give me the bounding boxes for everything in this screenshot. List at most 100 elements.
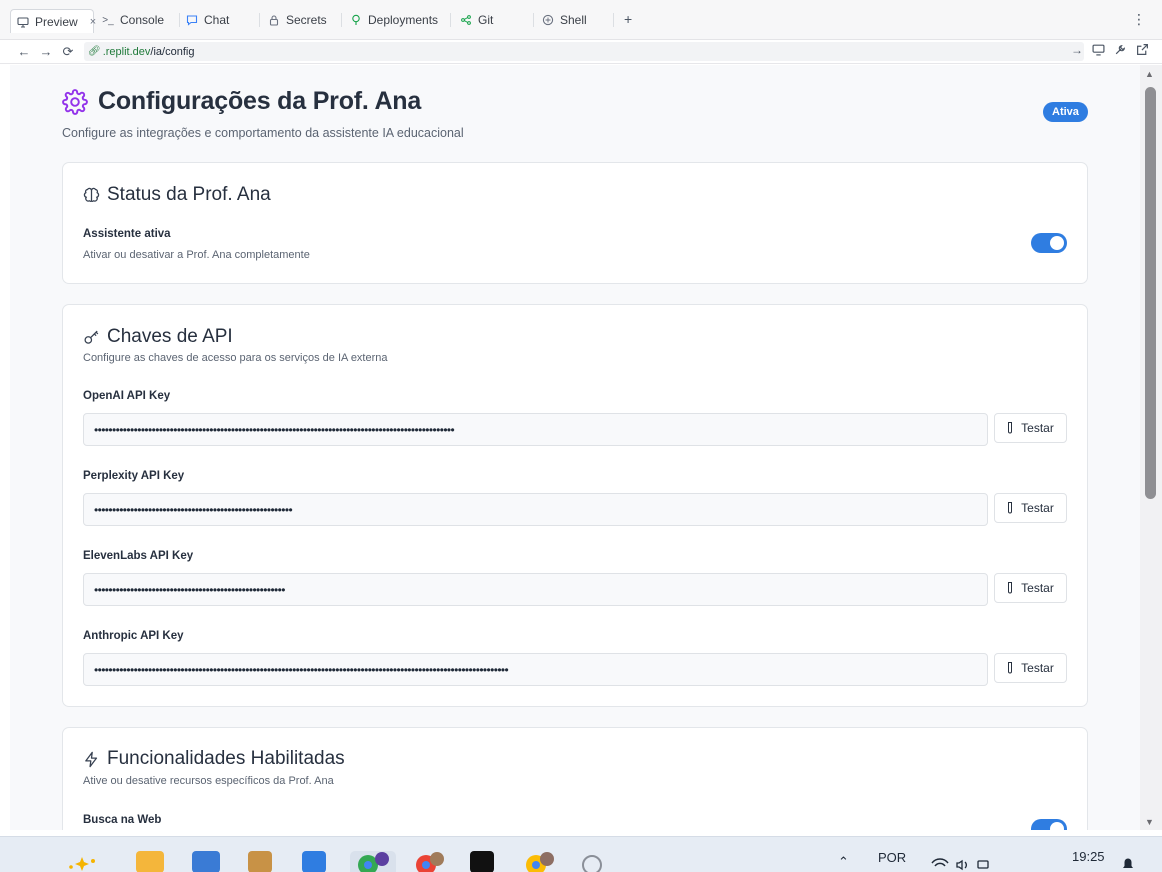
features-card-title: Funcionalidades Habilitadas (83, 748, 345, 770)
scroll-up-icon[interactable]: ▲ (1145, 69, 1154, 79)
gear-icon (62, 88, 88, 115)
notification-icon[interactable] (1120, 855, 1136, 872)
tab-label: Secrets (286, 13, 327, 27)
app-icon[interactable] (192, 851, 220, 872)
key-icon (83, 329, 100, 346)
test-openai-button[interactable]: Testar (994, 413, 1067, 443)
test-tube-icon (1007, 662, 1013, 674)
tab-label: Console (120, 13, 165, 27)
test-button-label: Testar (1021, 501, 1054, 515)
copilot-icon[interactable] (62, 855, 100, 872)
go-icon[interactable]: → (1071, 43, 1083, 57)
tab-label: Preview (35, 14, 78, 29)
test-tube-icon (1007, 502, 1013, 514)
api-card-title-text: Chaves de API (107, 326, 233, 347)
new-tab-icon[interactable]: + (624, 11, 632, 27)
elevenlabs-key-label: ElevenLabs API Key (83, 550, 194, 562)
preview-address-bar: ← → ⟳ 🔗︎ .replit.dev /ia/config → (0, 40, 1162, 64)
chrome-profile-m-icon[interactable] (350, 851, 396, 872)
tab-preview[interactable]: Preview × (10, 9, 96, 33)
tab-console[interactable]: >_ Console (96, 9, 164, 31)
tab-deployments[interactable]: Deployments (344, 9, 438, 31)
test-button-label: Testar (1021, 581, 1054, 595)
tab-divider (613, 13, 614, 27)
test-tube-icon (1007, 582, 1013, 594)
status-badge: Ativa (1043, 102, 1088, 122)
perplexity-key-input[interactable]: ••••••••••••••••••••••••••••••••••••••••… (83, 493, 988, 526)
features-card-title-text: Funcionalidades Habilitadas (107, 748, 345, 769)
lightning-icon (83, 751, 100, 768)
test-button-label: Testar (1021, 421, 1054, 435)
tab-shell[interactable]: Shell (536, 9, 587, 31)
api-card-title: Chaves de API (83, 326, 233, 348)
tab-label: Chat (204, 13, 230, 27)
deploy-icon (350, 14, 362, 26)
tray-chevron-icon[interactable]: ⌃ (838, 854, 849, 870)
language-indicator[interactable]: POR (878, 850, 906, 865)
notes-icon[interactable] (302, 851, 326, 872)
tab-git[interactable]: Git (454, 9, 493, 31)
git-icon (460, 14, 472, 26)
file-explorer-icon[interactable] (136, 851, 164, 872)
api-keys-card: Chaves de API Configure as chaves de ace… (62, 304, 1088, 707)
tab-label: Deployments (368, 13, 439, 27)
anthropic-key-input[interactable]: ••••••••••••••••••••••••••••••••••••••••… (83, 653, 988, 686)
device-icon[interactable] (1092, 43, 1105, 59)
tab-chat[interactable]: Chat (180, 9, 229, 31)
preview-viewport: Configurações da Prof. Ana Configure as … (10, 65, 1140, 830)
forward-icon[interactable]: → (35, 44, 57, 59)
clock-time[interactable]: 19:25 (1072, 849, 1105, 864)
features-card: Funcionalidades Habilitadas Ative ou des… (62, 727, 1088, 830)
scroll-down-icon[interactable]: ▼ (1145, 817, 1154, 827)
tab-divider (450, 13, 451, 27)
url-path: /ia/config (150, 45, 195, 58)
assistant-active-label: Assistente ativa (83, 228, 171, 240)
test-anthropic-button[interactable]: Testar (994, 653, 1067, 683)
tab-divider (533, 13, 534, 27)
web-search-toggle[interactable] (1031, 819, 1067, 830)
anthropic-key-label: Anthropic API Key (83, 630, 184, 642)
tab-divider (259, 13, 260, 27)
tab-divider (341, 13, 342, 27)
test-perplexity-button[interactable]: Testar (994, 493, 1067, 523)
chrome-profile-photo-icon[interactable] (410, 851, 450, 872)
more-options-icon[interactable]: ⋮ (1132, 11, 1146, 28)
lock-icon (268, 14, 280, 26)
elevenlabs-key-input[interactable]: ••••••••••••••••••••••••••••••••••••••••… (83, 573, 988, 606)
toggle-knob (1050, 822, 1064, 830)
workspace-tab-strip: Preview × >_ Console Chat Secrets Deploy… (0, 0, 1162, 40)
brain-icon (83, 187, 100, 204)
wifi-icon[interactable] (930, 857, 990, 872)
scrollbar-thumb[interactable] (1145, 87, 1156, 499)
toggle-knob (1050, 236, 1064, 250)
chrome-profile-z-icon[interactable] (520, 851, 560, 872)
api-card-description: Configure as chaves de acesso para os se… (83, 352, 388, 364)
page-scrollbar[interactable]: ▲ ▼ (1140, 65, 1162, 830)
openai-key-label: OpenAI API Key (83, 390, 171, 402)
assistant-active-description: Ativar ou desativar a Prof. Ana completa… (83, 249, 310, 261)
app-circle-icon[interactable] (578, 851, 606, 872)
os-taskbar: ⌃ POR 19:25 (0, 836, 1162, 872)
page-header: Configurações da Prof. Ana Configure as … (62, 87, 464, 140)
web-search-label: Busca na Web (83, 814, 162, 826)
url-field[interactable]: 🔗︎ .replit.dev /ia/config (84, 42, 1084, 61)
status-card: Status da Prof. Ana Assistente ativa Ati… (62, 162, 1088, 284)
link-icon: 🔗︎ (88, 46, 101, 57)
test-elevenlabs-button[interactable]: Testar (994, 573, 1067, 603)
tab-label: Git (478, 13, 494, 27)
open-external-icon[interactable] (1136, 43, 1149, 59)
back-icon[interactable]: ← (13, 44, 35, 59)
test-tube-icon (1007, 422, 1013, 434)
status-card-title-text: Status da Prof. Ana (107, 184, 271, 205)
page-subtitle: Configure as integrações e comportamento… (62, 126, 464, 140)
reload-icon[interactable]: ⟳ (57, 44, 79, 60)
assistant-active-toggle[interactable] (1031, 233, 1067, 253)
openai-key-input[interactable]: ••••••••••••••••••••••••••••••••••••••••… (83, 413, 988, 446)
terminal-icon: >_ (102, 14, 114, 26)
wrench-icon[interactable] (1114, 43, 1127, 59)
app-dark-icon[interactable] (470, 851, 494, 872)
lock-app-icon[interactable] (248, 851, 272, 872)
tab-secrets[interactable]: Secrets (262, 9, 327, 31)
status-card-title: Status da Prof. Ana (83, 184, 271, 206)
url-host: .replit.dev (102, 45, 151, 58)
